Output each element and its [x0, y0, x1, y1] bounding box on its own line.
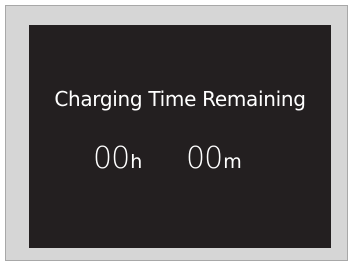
minutes-value: 00 — [186, 141, 223, 176]
hours-segment: 00h — [93, 141, 142, 176]
remaining-time-readout: 00h 00m — [29, 141, 331, 181]
hours-unit: h — [130, 151, 143, 173]
minutes-unit: m — [223, 151, 242, 173]
charging-screen: Charging Time Remaining 00h 00m — [29, 25, 331, 248]
hours-value: 00 — [93, 141, 130, 176]
charging-time-title: Charging Time Remaining — [54, 87, 306, 111]
display-frame: Charging Time Remaining 00h 00m — [5, 5, 348, 261]
minutes-segment: 00m — [186, 141, 242, 176]
